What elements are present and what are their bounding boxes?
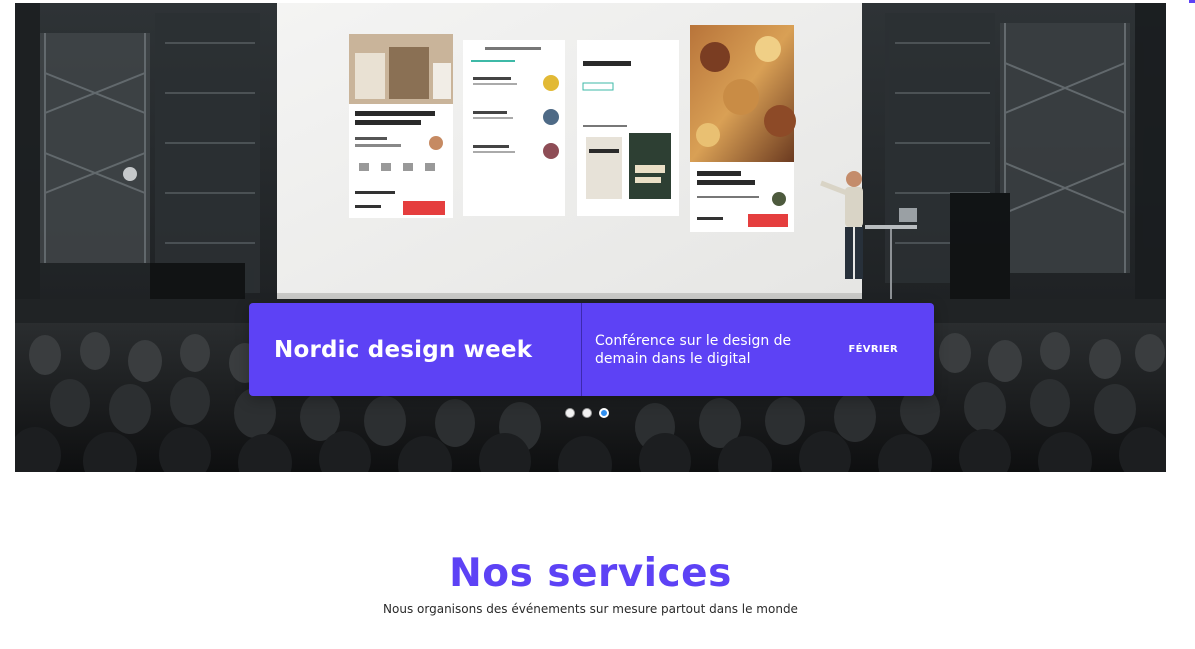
- slide-caption-card[interactable]: Nordic design week Conférence sur le des…: [249, 303, 934, 396]
- services-subtitle: Nous organisons des événements sur mesur…: [383, 602, 798, 616]
- page: Nordic design week Conférence sur le des…: [0, 0, 1195, 649]
- hero-carousel[interactable]: Nordic design week Conférence sur le des…: [15, 3, 1166, 472]
- slide-month: FÉVRIER: [848, 344, 898, 355]
- carousel-dot-1[interactable]: [565, 408, 575, 418]
- carousel-dot-2[interactable]: [582, 408, 592, 418]
- slide-description: Conférence sur le design de demain dans …: [595, 332, 792, 367]
- carousel-dots: [565, 408, 609, 418]
- hero-background-image: [15, 3, 1166, 472]
- right-truss: [885, 3, 1166, 303]
- services-title: Nos services: [449, 551, 732, 596]
- slide-title: Nordic design week: [274, 336, 533, 363]
- services-section: Nos services Nous organisons des événeme…: [0, 548, 1181, 616]
- corner-accent: [1189, 0, 1195, 3]
- slide-details-section: Conférence sur le design de demain dans …: [582, 303, 934, 396]
- slide-title-section: Nordic design week: [249, 303, 582, 396]
- carousel-dot-3[interactable]: [599, 408, 609, 418]
